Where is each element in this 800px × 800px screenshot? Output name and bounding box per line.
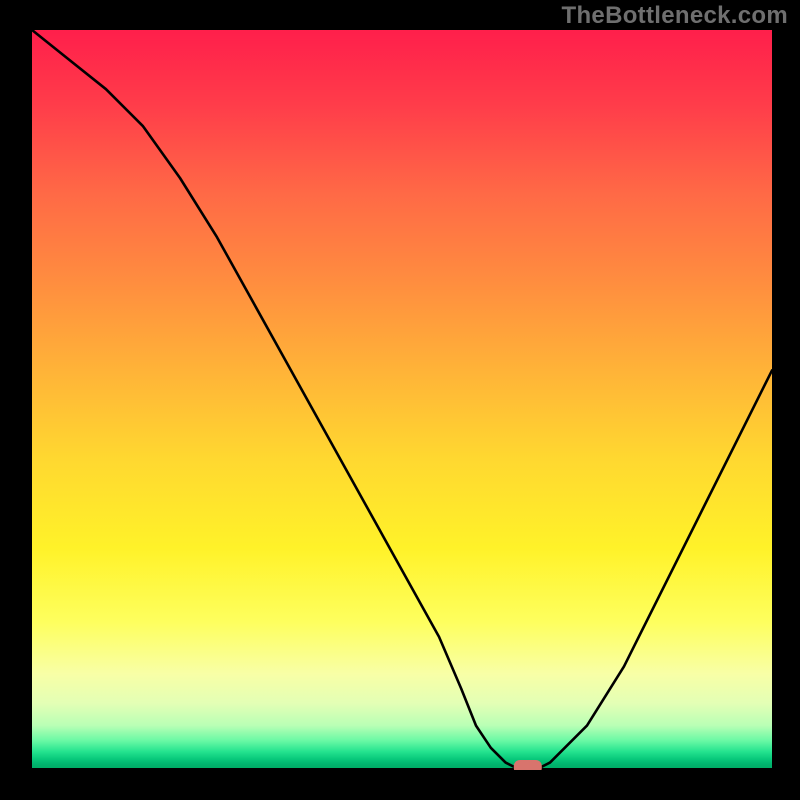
plot-area (32, 30, 772, 770)
chart-frame: TheBottleneck.com (0, 0, 800, 800)
bottleneck-curve (32, 30, 772, 770)
optimal-point-marker (514, 760, 542, 770)
watermark-text: TheBottleneck.com (562, 2, 788, 30)
curve-layer (32, 30, 772, 770)
